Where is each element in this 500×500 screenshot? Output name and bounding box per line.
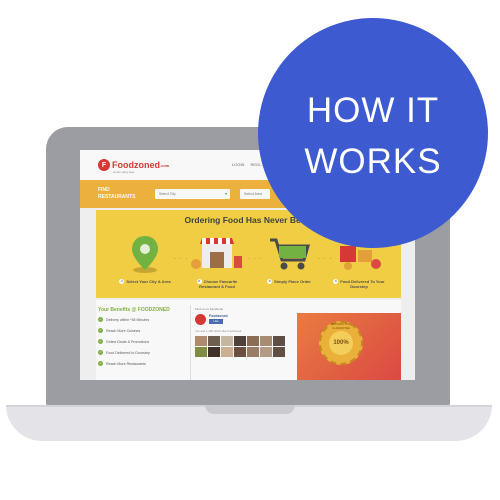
seal-ring-text: SATISFACTION GUARANTEE bbox=[331, 322, 351, 330]
how-it-works-badge: HOW IT WORKS bbox=[258, 18, 488, 248]
step-4-text: Food Delivered To Your Doorstep bbox=[340, 279, 385, 290]
fan-avatar[interactable] bbox=[247, 336, 259, 346]
step-3: 3 Simply Place Order bbox=[258, 228, 320, 294]
fan-avatar[interactable] bbox=[195, 347, 207, 357]
benefit-item: ✓ Reach More Restaurants bbox=[98, 361, 146, 366]
benefit-text: Delivery within *45 Minutes bbox=[106, 317, 150, 322]
fan-avatar[interactable] bbox=[221, 347, 233, 357]
logo-text: Foodzoned bbox=[112, 159, 160, 170]
benefit-text: Online Deals & Promotions bbox=[106, 339, 150, 344]
seal-percent: 100% bbox=[333, 340, 349, 346]
step-1: 1 Select Your City & Area bbox=[114, 228, 176, 294]
fan-avatar[interactable] bbox=[273, 336, 285, 346]
benefit-item: ✓ Online Deals & Promotions bbox=[98, 339, 149, 344]
facebook-widget: Find us on Facebook Foodzoned Like You a… bbox=[190, 305, 291, 380]
fan-avatar[interactable] bbox=[247, 347, 259, 357]
logo-domain: .com bbox=[160, 162, 170, 168]
badge-line-2: WORKS bbox=[304, 142, 442, 181]
benefit-text: Food Delivered to Doorstep bbox=[106, 350, 150, 355]
check-icon: ✓ bbox=[98, 361, 103, 366]
facebook-page-name[interactable]: Foodzoned bbox=[209, 314, 228, 318]
check-icon: ✓ bbox=[98, 328, 103, 333]
facebook-fan-avatars bbox=[195, 336, 285, 357]
facebook-page-avatar[interactable] bbox=[195, 314, 206, 325]
map-pin-icon bbox=[132, 236, 158, 273]
step-1-text: Select Your City & Area bbox=[126, 279, 171, 284]
find-restaurants-label: FIND RESTAURANTS bbox=[98, 187, 136, 200]
check-icon: ✓ bbox=[98, 350, 103, 355]
step-1-number: 1 bbox=[119, 279, 125, 285]
step-3-text: Simply Place Order bbox=[274, 279, 311, 284]
step-1-label: 1 Select Your City & Area bbox=[114, 279, 176, 285]
area-select-placeholder: Select Area bbox=[244, 192, 262, 196]
benefit-item: ✓ Reach More Cuisines bbox=[98, 328, 140, 333]
restaurant-icon bbox=[191, 238, 242, 269]
logo-tagline: smart spicy way bbox=[113, 170, 135, 174]
nav-link-login[interactable]: LOGIN bbox=[232, 162, 244, 167]
lower-section: Your Benefits @ FOODZONED ✓ Delivery with… bbox=[96, 300, 401, 380]
fan-avatar[interactable] bbox=[260, 347, 272, 357]
check-icon: ✓ bbox=[98, 339, 103, 344]
city-select[interactable]: Select City ▾ bbox=[155, 189, 230, 199]
step-4-number: 4 bbox=[333, 279, 339, 285]
fan-avatar[interactable] bbox=[208, 347, 220, 357]
chevron-down-icon: ▾ bbox=[224, 191, 227, 196]
step-2-text: Choose Favourite Restaurant & Food bbox=[199, 279, 238, 290]
fan-avatar[interactable] bbox=[234, 347, 246, 357]
seal-center: 100% bbox=[329, 331, 353, 355]
benefits-title: Your Benefits @ FOODZONED bbox=[98, 307, 170, 313]
area-select[interactable]: Select Area bbox=[240, 189, 270, 199]
fan-avatar[interactable] bbox=[273, 347, 285, 357]
facebook-like-count: You and 1,195 others like Foodzoned. bbox=[195, 329, 243, 333]
benefit-item: ✓ Food Delivered to Doorstep bbox=[98, 350, 150, 355]
step-2-label: 2 Choose Favourite Restaurant & Food bbox=[186, 279, 248, 289]
step-2: 2 Choose Favourite Restaurant & Food bbox=[186, 228, 248, 294]
benefit-text: Reach More Restaurants bbox=[106, 361, 146, 366]
check-icon: ✓ bbox=[98, 317, 103, 322]
fan-avatar[interactable] bbox=[234, 336, 246, 346]
facebook-like-button[interactable]: Like bbox=[209, 319, 223, 324]
badge-line-1: HOW IT bbox=[306, 91, 440, 130]
satisfaction-seal: 100% SATISFACTION GUARANTEE bbox=[319, 321, 363, 365]
fan-avatar[interactable] bbox=[221, 336, 233, 346]
fan-avatar[interactable] bbox=[260, 336, 272, 346]
fan-avatar[interactable] bbox=[208, 336, 220, 346]
facebook-widget-header: Find us on Facebook bbox=[195, 307, 224, 311]
benefit-text: Reach More Cuisines bbox=[106, 328, 141, 333]
step-3-number: 3 bbox=[267, 279, 273, 285]
step-4-label: 4 Food Delivered To Your Doorstep bbox=[328, 279, 390, 289]
cart-icon bbox=[270, 238, 310, 270]
laptop-base-notch bbox=[205, 405, 295, 414]
benefit-item: ✓ Delivery within *45 Minutes bbox=[98, 317, 149, 322]
step-3-label: 3 Simply Place Order bbox=[258, 279, 320, 285]
fan-avatar[interactable] bbox=[195, 336, 207, 346]
city-select-placeholder: Select City bbox=[159, 192, 176, 196]
logo-mark-icon: F bbox=[98, 159, 110, 171]
satisfaction-promo: 100% SATISFACTION GUARANTEE bbox=[297, 313, 401, 380]
